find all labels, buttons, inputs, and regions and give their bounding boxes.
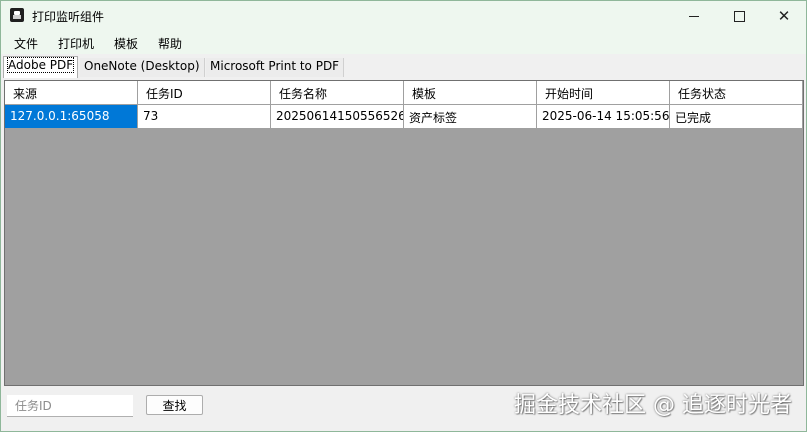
app-window: 打印监听组件 ✕ 文件 打印机 模板 帮助 Adobe PDF OneNote …	[0, 0, 807, 432]
minimize-icon	[689, 15, 699, 17]
window-title: 打印监听组件	[32, 10, 105, 24]
minimize-button[interactable]	[672, 1, 716, 31]
menu-template[interactable]: 模板	[114, 35, 138, 52]
tab-adobe-pdf[interactable]: Adobe PDF	[3, 56, 79, 78]
menu-printer[interactable]: 打印机	[58, 35, 94, 52]
search-bar: 查找 掘金技术社区 @ 追逐时光者	[1, 387, 806, 431]
column-header-status[interactable]: 任务状态	[670, 81, 803, 105]
print-job-table[interactable]: 来源 任务ID 任务名称 模板 开始时间 任务状态 127.0.0.1:6505…	[4, 80, 804, 386]
menu-help[interactable]: 帮助	[158, 35, 182, 52]
table-header-row: 来源 任务ID 任务名称 模板 开始时间 任务状态	[5, 81, 803, 105]
tab-label: Microsoft Print to PDF	[210, 59, 340, 73]
maximize-icon	[733, 10, 745, 22]
cell-start-time[interactable]: 2025-06-14 15:05:56	[537, 105, 670, 129]
column-header-source[interactable]: 来源	[5, 81, 138, 105]
maximize-button[interactable]	[717, 1, 761, 31]
tab-microsoft-print-to-pdf[interactable]: Microsoft Print to PDF	[206, 58, 345, 77]
printer-tabs: Adobe PDF OneNote (Desktop) Microsoft Pr…	[1, 54, 806, 78]
tab-onenote-desktop[interactable]: OneNote (Desktop)	[80, 58, 205, 77]
column-header-job-name[interactable]: 任务名称	[271, 81, 404, 105]
job-id-search-input[interactable]	[7, 395, 133, 417]
close-button[interactable]: ✕	[762, 1, 806, 31]
watermark: 掘金技术社区 @ 追逐时光者	[514, 393, 792, 418]
cell-job-id[interactable]: 73	[138, 105, 271, 129]
title-bar[interactable]: 打印监听组件 ✕	[1, 1, 806, 31]
menu-file[interactable]: 文件	[14, 35, 38, 52]
table-row[interactable]: 127.0.0.1:65058 73 20250614150556526 资产标…	[5, 105, 803, 129]
column-header-template[interactable]: 模板	[404, 81, 537, 105]
cell-status[interactable]: 已完成	[670, 105, 803, 129]
menu-bar: 文件 打印机 模板 帮助	[1, 31, 806, 54]
printer-icon	[10, 8, 24, 22]
tab-label: Adobe PDF	[6, 57, 75, 73]
cell-template[interactable]: 资产标签	[404, 105, 537, 129]
column-header-start-time[interactable]: 开始时间	[537, 81, 670, 105]
close-icon: ✕	[777, 6, 791, 25]
cell-job-name[interactable]: 20250614150556526	[271, 105, 404, 129]
tab-label: OneNote (Desktop)	[84, 59, 200, 73]
column-header-job-id[interactable]: 任务ID	[138, 81, 271, 105]
cell-source[interactable]: 127.0.0.1:65058	[5, 105, 138, 129]
find-button[interactable]: 查找	[146, 395, 203, 415]
